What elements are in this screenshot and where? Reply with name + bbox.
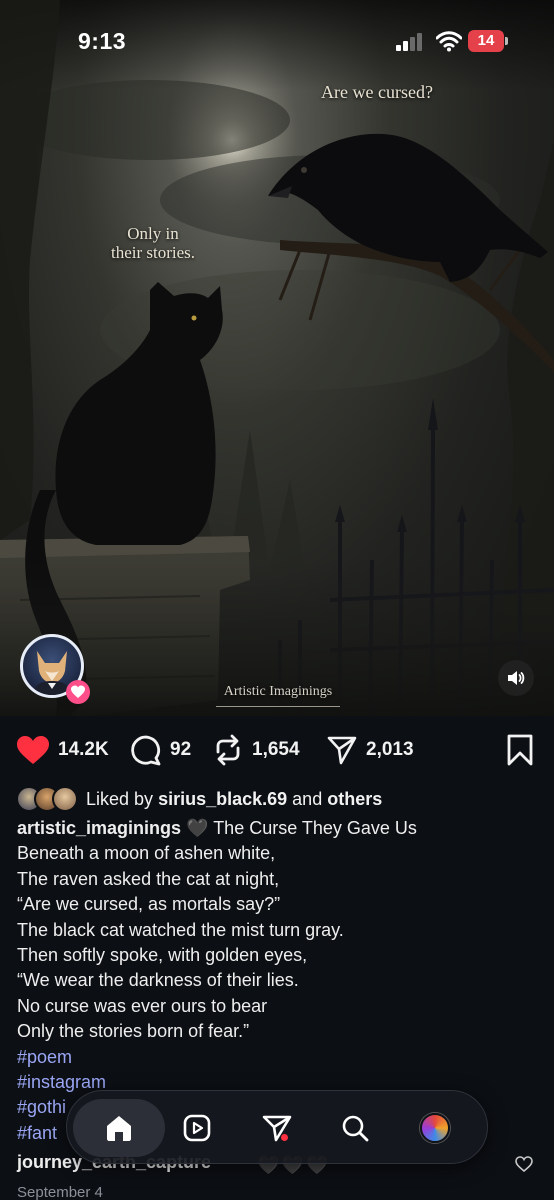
sound-toggle-button[interactable] [498,660,534,696]
save-button[interactable] [506,728,534,772]
nav-direct-tab[interactable] [251,1102,303,1154]
repost-count: 1,654 [252,739,300,760]
comment-like-heart-icon[interactable] [515,1156,533,1172]
bottom-nav-bar [66,1090,488,1164]
watermark-underline [216,706,340,707]
poem-line: Then softly spoke, with golden eyes, [17,945,308,966]
status-bar: 9:13 14 [0,0,554,80]
bookmark-icon [507,734,533,766]
share-count: 2,013 [366,739,414,760]
poem-line: Beneath a moon of ashen white, [17,843,276,864]
comment-bubble-icon [131,735,161,766]
speaker-icon [508,671,525,685]
poem-line: “We wear the darkness of their lies. [17,970,299,991]
reels-icon [183,1114,211,1142]
caption-username[interactable]: artistic_imaginings [17,818,181,838]
artwork-caption-cat: Only in their stories. [88,224,218,262]
home-icon [107,1116,131,1141]
liked-by-row[interactable]: Liked by sirius_black.69 and others [16,785,382,813]
share-button[interactable]: 2,013 [326,728,414,772]
artwork-watermark: Artistic Imaginings [223,684,333,699]
like-count: 14.2K [58,739,109,760]
post-artwork [0,0,554,716]
liked-by-others[interactable]: others [327,789,382,809]
status-time: 9:13 [78,28,127,54]
liker-avatar [52,786,78,812]
post-image[interactable]: 9:13 14 Are we cursed? Only in their sto… [0,0,554,716]
like-button[interactable]: 14.2K [16,728,109,772]
liked-by-user[interactable]: sirius_black.69 [158,789,287,809]
battery-icon: 14 [468,30,508,52]
artwork-caption-cat-line2: their stories. [110,243,196,262]
nav-profile-tab[interactable] [409,1102,461,1154]
nav-search-tab[interactable] [329,1102,381,1154]
comment-count: 92 [170,739,192,760]
wifi-icon [436,31,462,52]
poem-line: “Are we cursed, as mortals say?” [17,894,281,915]
battery-level: 14 [477,32,495,49]
repost-icon [216,734,240,766]
caption-title: The Curse They Gave Us [213,818,417,838]
poem-line: Only the stories born of fear.” [17,1021,250,1042]
poem-line: The raven asked the cat at night, [17,868,280,889]
caption-emoji: 🖤 [186,818,209,838]
nav-reels-tab[interactable] [171,1102,223,1154]
liked-by-text: Liked by sirius_black.69 and others [86,789,382,810]
liked-by-prefix: Liked by [86,788,154,809]
artwork-caption-cat-line1: Only in [127,224,179,243]
profile-avatar [420,1113,450,1143]
notification-dot [281,1134,288,1141]
send-paper-plane-icon [327,736,357,765]
comment-button[interactable]: 92 [130,728,191,772]
cellular-signal-icon [396,33,422,51]
poem-line: The black cat watched the mist turn gray… [17,919,344,940]
battery-tip [505,37,508,45]
hashtag-link[interactable]: #poem [17,1045,537,1070]
repost-button[interactable]: 1,654 [212,728,300,772]
search-icon [342,1115,369,1142]
post-action-bar: 14.2K 92 1,654 2,013 [0,728,554,772]
heart-badge-icon [66,680,90,704]
artwork-caption-raven: Are we cursed? [321,82,433,102]
post-date: September 4 [17,1184,103,1200]
heart-filled-icon [17,736,49,764]
liked-by-joiner: and [292,788,323,809]
caption-header: artistic_imaginings 🖤 The Curse They Gav… [17,816,537,841]
nav-home-tab[interactable] [73,1099,165,1157]
poem-line: No curse was ever ours to bear [17,995,268,1016]
